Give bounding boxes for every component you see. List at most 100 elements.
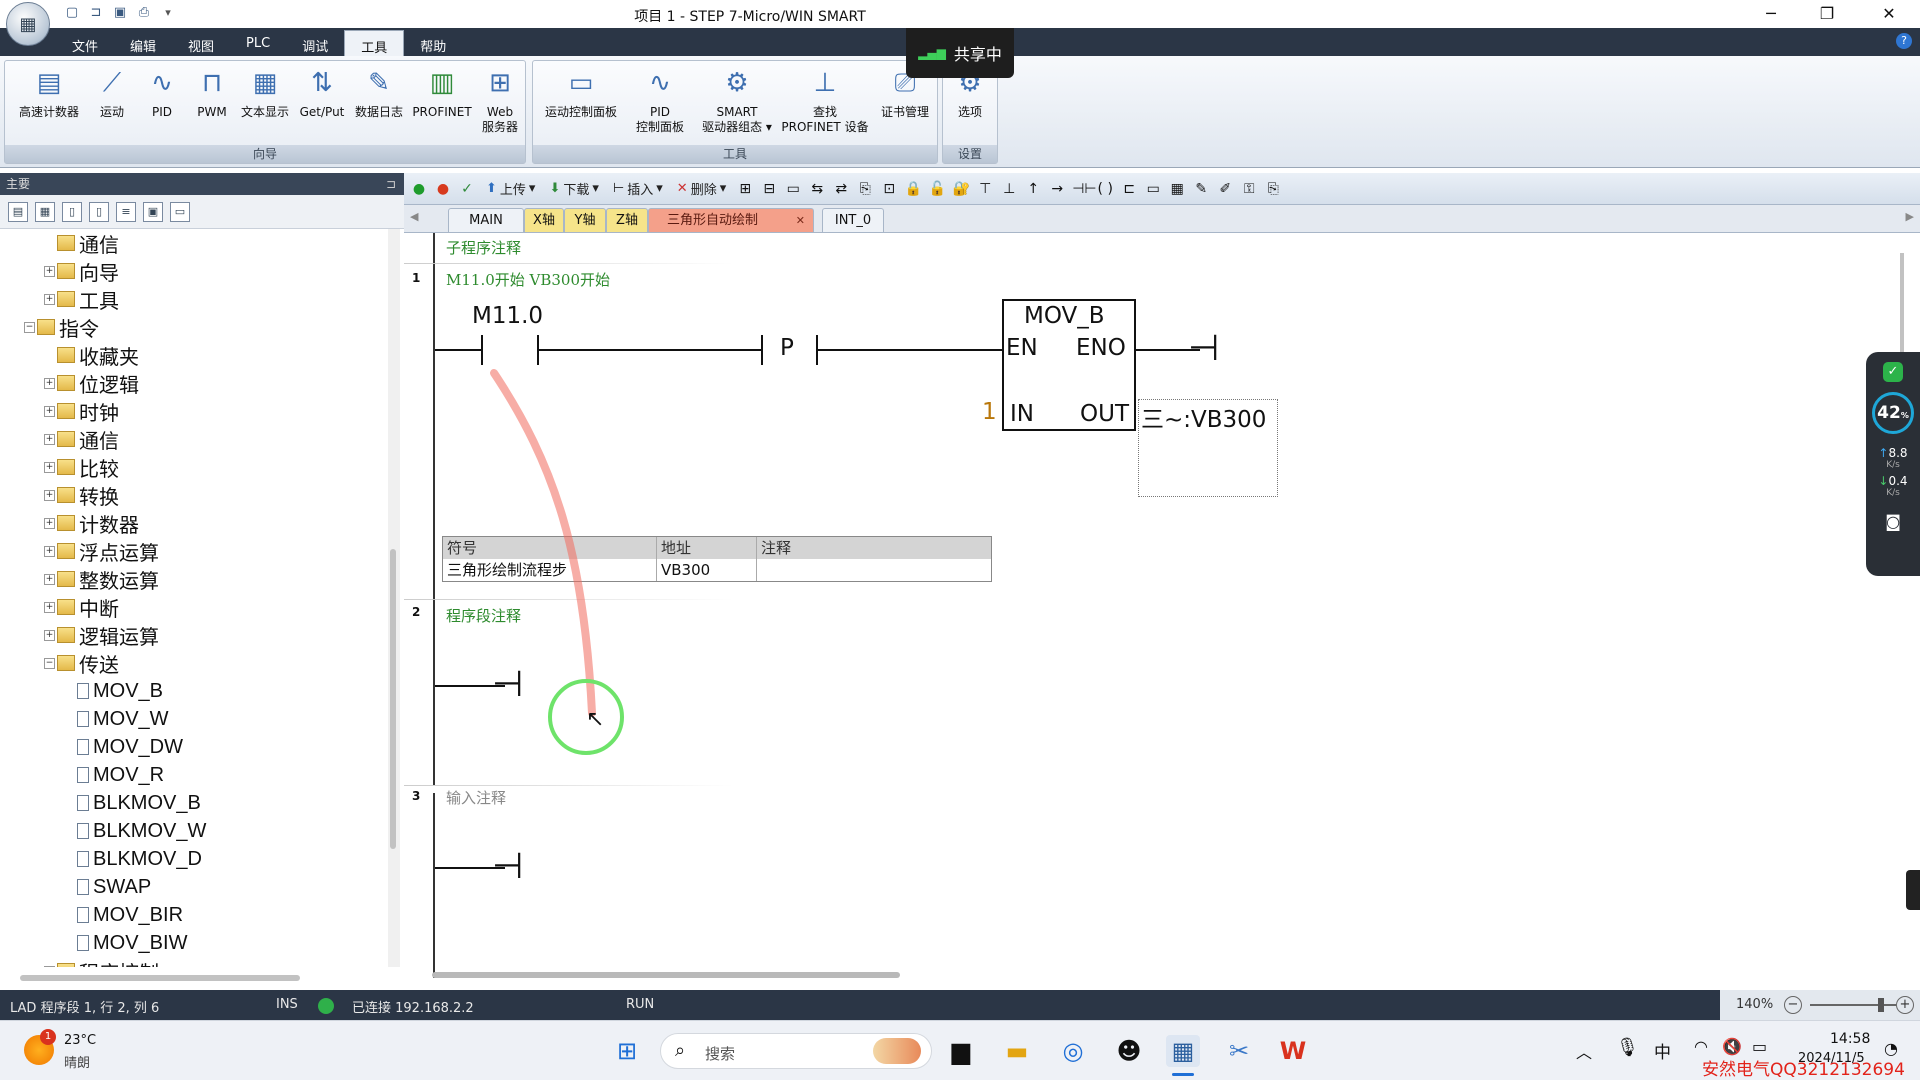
tree-expander-icon[interactable]: +	[44, 293, 55, 305]
close-button[interactable]: ✕	[1866, 2, 1912, 26]
tree-item[interactable]: MOV_BIW	[64, 929, 187, 957]
mov-b-instruction-box[interactable]: MOV_B EN ENO IN OUT	[1002, 299, 1136, 431]
tree-item[interactable]: − 传送	[44, 649, 119, 677]
tree-item[interactable]: + 逻辑运算	[44, 621, 159, 649]
clock-time[interactable]: 14:58	[1830, 1031, 1870, 1047]
lock-icon[interactable]: 🔒	[904, 180, 922, 198]
tab-close-icon[interactable]: ✕	[796, 209, 805, 233]
wifi-icon[interactable]: ◠	[1694, 1037, 1708, 1056]
tree-item[interactable]: BLKMOV_W	[64, 817, 206, 845]
text-display-wizard-button[interactable]: ▦ 文本显示	[235, 65, 295, 120]
tree-expander-icon[interactable]: +	[44, 377, 55, 389]
tab-z-axis[interactable]: Z轴	[606, 208, 648, 232]
side-handle[interactable]	[1906, 870, 1920, 910]
tree-item[interactable]: MOV_R	[64, 761, 164, 789]
snipping-tool-icon[interactable]: ✂	[1222, 1035, 1256, 1067]
smart-drive-config-button[interactable]: ⚙ SMART 驱动器组态 ▾	[693, 65, 781, 135]
branch-up-icon[interactable]: ⊥	[1000, 180, 1018, 198]
tree-item[interactable]: − 指令	[24, 313, 99, 341]
tree-item[interactable]: + 浮点运算	[44, 537, 159, 565]
tab-y-axis[interactable]: Y轴	[564, 208, 606, 232]
qq-icon[interactable]: ☻	[1112, 1035, 1146, 1067]
menu-plc[interactable]: PLC	[230, 30, 286, 56]
contact-icon[interactable]: ⊣⊢	[1072, 180, 1096, 198]
zoom-slider-thumb[interactable]	[1878, 998, 1884, 1012]
p-contact-left-bar[interactable]	[761, 335, 763, 365]
tree-item[interactable]: + 转换	[44, 481, 119, 509]
tree-item[interactable]: + 比较	[44, 453, 119, 481]
task-view-icon[interactable]: ▆	[944, 1035, 978, 1067]
ladder-editor[interactable]: 子程序注释 1 M11.0开始 VB300开始 M11.0 P MOV_B EN…	[404, 233, 1900, 978]
hsc-wizard-button[interactable]: ▤ 高速计数器	[7, 65, 91, 120]
weather-description[interactable]: 晴朗	[64, 1052, 90, 1071]
camera-icon[interactable]: ◙	[1866, 512, 1920, 531]
tree-expander-icon[interactable]: −	[24, 321, 35, 333]
scrollbar-thumb[interactable]	[390, 549, 396, 849]
compile-icon[interactable]: ✓	[458, 180, 476, 198]
tree-item[interactable]: + 中断	[44, 593, 119, 621]
tree-expander-icon[interactable]: +	[44, 433, 55, 445]
getput-wizard-button[interactable]: ⇅ Get/Put	[295, 65, 349, 120]
tree-expander-icon[interactable]: +	[44, 517, 55, 529]
tree-expander-icon[interactable]: +	[44, 405, 55, 417]
tree-item[interactable]: + 位逻辑	[44, 369, 139, 397]
page-icon[interactable]: ▯	[62, 201, 82, 222]
upload-button[interactable]: ⬆ 上传 ▾	[482, 179, 539, 198]
browser-search-icon[interactable]: ◎	[1056, 1035, 1090, 1067]
unforce-icon[interactable]: ⊡	[880, 180, 898, 198]
in-operand[interactable]: 1	[982, 399, 997, 425]
line-up-icon[interactable]: ↑	[1024, 180, 1042, 198]
read-icon[interactable]: ⇆	[808, 180, 826, 198]
motion-wizard-button[interactable]: ⟋ 运动	[87, 65, 137, 120]
editor-horizontal-scrollbar[interactable]	[432, 972, 900, 978]
stop-icon[interactable]: ●	[434, 180, 452, 198]
help-icon[interactable]: ?	[1896, 33, 1912, 49]
volume-muted-icon[interactable]: 🔇	[1722, 1037, 1742, 1056]
tree-vertical-scrollbar[interactable]	[388, 229, 400, 967]
tab-triangle-auto-draw[interactable]: 三角形自动绘制 ✕	[648, 208, 814, 232]
minimize-button[interactable]: ─	[1748, 2, 1794, 26]
properties-icon[interactable]: ⎘	[1264, 180, 1282, 198]
menu-edit[interactable]: 编辑	[114, 30, 172, 56]
editor-vertical-scrollbar[interactable]	[1900, 233, 1920, 978]
table-icon[interactable]: ▦	[35, 201, 55, 222]
pwm-wizard-button[interactable]: ⊓ PWM	[187, 65, 237, 120]
pid-panel-button[interactable]: ∿ PID 控制面板	[625, 65, 695, 135]
pin-icon[interactable]: ⊐	[386, 173, 396, 195]
menu-help[interactable]: 帮助	[404, 30, 462, 56]
tree-item[interactable]: BLKMOV_D	[64, 845, 202, 873]
tree-expander-icon[interactable]: +	[44, 265, 55, 277]
box-icon[interactable]: ▭	[784, 180, 802, 198]
file-explorer-icon[interactable]: ▬	[1000, 1035, 1034, 1067]
tree-expander-icon[interactable]: +	[44, 965, 55, 967]
page-icon[interactable]: ▯	[89, 201, 109, 222]
window-icon[interactable]: ▣	[143, 201, 163, 222]
monitor-icon[interactable]: ⊞	[736, 180, 754, 198]
lock-all-icon[interactable]: 🔐	[952, 180, 970, 198]
tree-expander-icon[interactable]: +	[44, 489, 55, 501]
tree-item[interactable]: MOV_DW	[64, 733, 183, 761]
bookmark-icon[interactable]: ✐	[1216, 180, 1234, 198]
menu-file[interactable]: 文件	[56, 30, 114, 56]
zoom-in-button[interactable]: +	[1896, 996, 1914, 1014]
menu-debug[interactable]: 调试	[286, 30, 344, 56]
tree-item[interactable]: 收藏夹	[44, 341, 139, 369]
force-icon[interactable]: ⎘	[856, 180, 874, 198]
write-icon[interactable]: ⇄	[832, 180, 850, 198]
microphone-icon[interactable]: 🎙	[1616, 1037, 1639, 1058]
download-button[interactable]: ⬇ 下载 ▾	[545, 179, 602, 198]
key-icon[interactable]: ⚿	[1240, 180, 1258, 198]
tree-expander-icon[interactable]: −	[44, 657, 55, 669]
tree-item[interactable]: + 程序控制	[44, 957, 159, 967]
tree-item[interactable]: 通信	[44, 229, 119, 257]
tree-item[interactable]: + 时钟	[44, 397, 119, 425]
tree-expander-icon[interactable]: +	[44, 461, 55, 473]
tree-expander-icon[interactable]: +	[44, 629, 55, 641]
profinet-wizard-button[interactable]: ▥ PROFINET	[409, 65, 475, 120]
tree-item[interactable]: + 向导	[44, 257, 119, 285]
menu-view[interactable]: 视图	[172, 30, 230, 56]
step7-taskbar-icon[interactable]: ▦	[1166, 1035, 1200, 1067]
tree-item[interactable]: + 整数运算	[44, 565, 159, 593]
motion-panel-button[interactable]: ▭ 运动控制面板	[535, 65, 627, 120]
tree-item[interactable]: + 通信	[44, 425, 119, 453]
